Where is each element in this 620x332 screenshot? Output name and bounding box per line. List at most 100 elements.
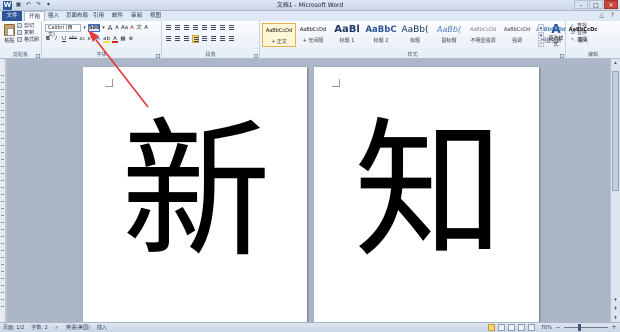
style-subtle-emphasis[interactable]: AaBbCcDd 不明显强调 — [466, 23, 500, 47]
paragraph-launcher-icon[interactable] — [254, 54, 258, 58]
page-1[interactable]: 新 — [83, 67, 307, 322]
outline-view-icon[interactable] — [517, 324, 525, 331]
clipboard-icon — [4, 24, 15, 36]
format-painter-button[interactable]: 格式刷 — [17, 37, 39, 44]
borders-icon[interactable] — [228, 35, 235, 43]
multilevel-list-icon[interactable] — [183, 24, 190, 32]
zoom-in-button[interactable]: + — [611, 324, 617, 331]
font-launcher-icon[interactable] — [156, 54, 160, 58]
grow-font-button[interactable]: A — [107, 24, 113, 32]
font-color-button[interactable]: A — [111, 35, 118, 43]
distributed-icon[interactable] — [201, 35, 208, 43]
tab-page-layout[interactable]: 页面布局 — [62, 11, 92, 21]
print-layout-view-icon[interactable] — [487, 324, 495, 331]
char-border-button[interactable]: A — [143, 24, 149, 32]
chinese-layout-icon[interactable] — [210, 24, 217, 32]
page-2[interactable]: 知 — [314, 67, 539, 322]
tab-mailings[interactable]: 邮件 — [108, 11, 127, 21]
highlight-button[interactable]: ab — [103, 35, 110, 43]
increase-indent-icon[interactable] — [201, 24, 208, 32]
strikethrough-button[interactable]: abc — [69, 35, 77, 43]
proofing-icon[interactable]: ✓ — [55, 323, 59, 332]
zoom-level[interactable]: 70% — [541, 325, 552, 331]
italic-button[interactable]: I — [53, 35, 59, 43]
show-marks-icon[interactable] — [228, 24, 235, 32]
scroll-up-icon[interactable]: ▴ — [611, 59, 620, 67]
page-count[interactable]: 页面: 1/2 — [3, 323, 24, 332]
style-subtitle[interactable]: AaBb(副标题 — [432, 23, 466, 47]
style-normal[interactable]: AaBbCcDd + 正文 — [262, 23, 296, 47]
shading-icon[interactable] — [219, 35, 226, 43]
phonetic-guide-icon[interactable]: 文 — [136, 24, 142, 32]
underline-button[interactable]: U — [61, 35, 67, 43]
select-label: 选择 — [577, 37, 588, 43]
help-icon[interactable]: ? — [609, 12, 616, 20]
tab-file[interactable]: 文件 — [2, 11, 22, 21]
superscript-button[interactable]: x² — [87, 35, 93, 43]
clear-formatting-button[interactable]: A — [129, 24, 135, 32]
draft-view-icon[interactable] — [527, 324, 535, 331]
close-button[interactable]: ✕ — [604, 0, 618, 9]
enclose-char-icon[interactable]: ⊕ — [128, 35, 134, 43]
page-1-text[interactable]: 新 — [121, 112, 271, 272]
scroll-down-icon[interactable]: ▾ — [611, 296, 620, 304]
language[interactable]: 英语(美国) — [66, 323, 90, 332]
tab-insert[interactable]: 插入 — [44, 11, 63, 21]
select-button[interactable]: ↖ 选择 — [571, 37, 587, 44]
vertical-scrollbar[interactable]: ▴ ▾ ⇞ ⇟ — [610, 59, 620, 322]
next-page-icon[interactable]: ⇟ — [611, 314, 620, 322]
zoom-out-button[interactable]: − — [555, 324, 561, 331]
style-heading-1[interactable]: AaBl 标题 1 — [330, 23, 364, 47]
tab-review[interactable]: 审阅 — [127, 11, 146, 21]
style-emphasis[interactable]: AaBbCcDd 强调 — [500, 23, 534, 47]
scroll-thumb[interactable] — [612, 71, 619, 191]
subscript-button[interactable]: x₂ — [79, 35, 85, 43]
clipboard-launcher-icon[interactable] — [36, 54, 40, 58]
shrink-font-button[interactable]: A — [114, 24, 120, 32]
zoom-slider-knob[interactable] — [578, 324, 581, 331]
gallery-more-icon[interactable]: ▿ — [538, 40, 544, 47]
cut-button[interactable]: 剪切 — [17, 23, 39, 30]
style-no-spacing[interactable]: AaBbCcDd + 无间隔 — [296, 23, 330, 47]
minimize-button[interactable]: – — [574, 0, 588, 9]
font-name-combo[interactable]: Calibri (西文) — [45, 24, 81, 38]
bullets-icon[interactable] — [165, 24, 172, 32]
replace-button[interactable]: ⇄ 替换 — [571, 30, 587, 37]
align-center-icon[interactable] — [174, 35, 181, 43]
tab-view[interactable]: 视图 — [146, 11, 165, 21]
copy-button[interactable]: 复制 — [17, 30, 39, 37]
find-button[interactable]: ⌕ 查找 — [571, 23, 587, 30]
style-heading-2[interactable]: AaBbC 标题 2 — [364, 23, 398, 47]
page-2-text[interactable]: 知 — [354, 112, 504, 272]
gallery-up-icon[interactable]: ▴ — [538, 24, 544, 31]
insert-mode[interactable]: 插入 — [97, 323, 107, 332]
char-shading-icon[interactable]: ▦ — [120, 35, 126, 43]
maximize-button[interactable]: □ — [589, 0, 603, 9]
gallery-down-icon[interactable]: ▾ — [538, 32, 544, 39]
font-size-combo[interactable]: 500 — [88, 24, 100, 32]
change-styles-button[interactable]: A 更改样式 — [548, 22, 564, 48]
word-count[interactable]: 字数: 2 — [31, 323, 47, 332]
bold-button[interactable]: B — [45, 35, 51, 43]
font-size-dropdown-icon[interactable]: ▾ — [101, 25, 106, 31]
styles-launcher-icon[interactable] — [560, 54, 564, 58]
web-layout-icon[interactable] — [507, 324, 515, 331]
change-case-button[interactable]: Aa — [121, 24, 128, 32]
align-left-icon[interactable] — [165, 35, 172, 43]
style-sample: AaBbC — [365, 25, 397, 35]
font-name-dropdown-icon[interactable]: ▾ — [82, 25, 87, 31]
justify-icon[interactable] — [192, 35, 199, 43]
decrease-indent-icon[interactable] — [192, 24, 199, 32]
full-screen-reading-icon[interactable] — [497, 324, 505, 331]
prev-page-icon[interactable]: ⇞ — [611, 305, 620, 313]
style-title[interactable]: AaBb(标题 — [398, 23, 432, 47]
text-effects-button[interactable]: A — [95, 35, 101, 43]
numbering-icon[interactable] — [174, 24, 181, 32]
minimize-ribbon-icon[interactable]: △ — [598, 12, 605, 20]
paste-button[interactable]: 粘贴 — [3, 23, 16, 47]
line-spacing-icon[interactable] — [210, 35, 217, 43]
sort-icon[interactable] — [219, 24, 226, 32]
zoom-slider[interactable] — [564, 324, 608, 331]
align-right-icon[interactable] — [183, 35, 190, 43]
tab-references[interactable]: 引用 — [89, 11, 108, 21]
